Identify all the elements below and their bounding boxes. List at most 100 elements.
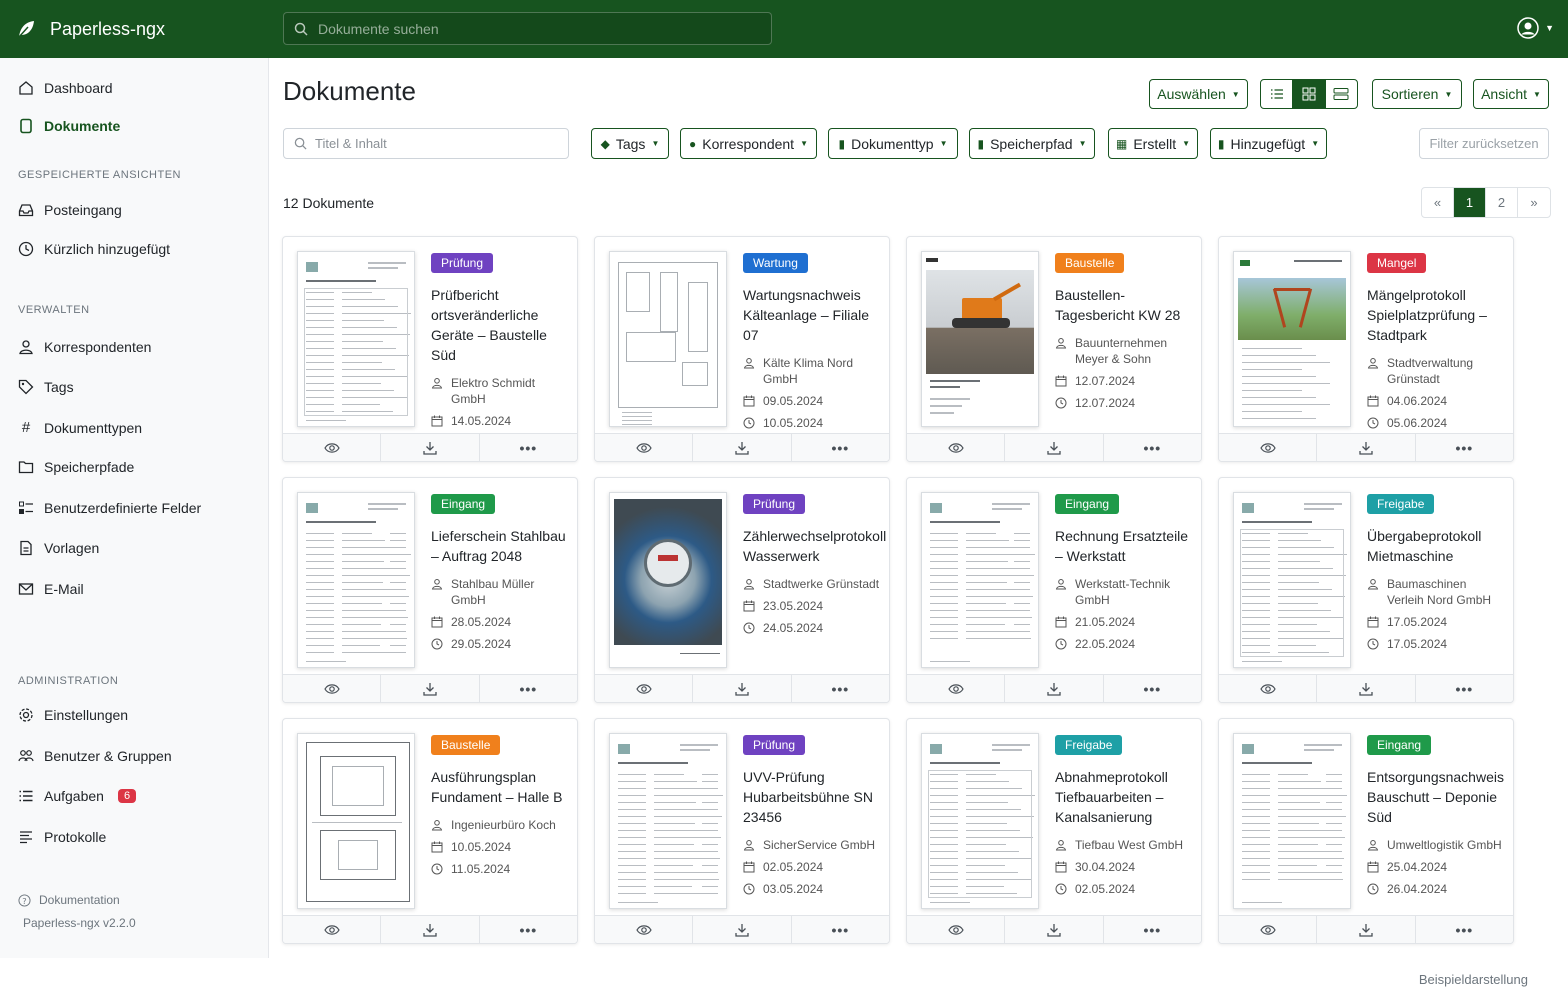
document-tag-badge[interactable]: Baustelle bbox=[431, 735, 501, 755]
download-button[interactable] bbox=[693, 916, 792, 943]
document-tag-badge[interactable]: Mangel bbox=[1367, 253, 1427, 273]
docs-link[interactable]: ? Dokumentation bbox=[18, 893, 120, 907]
document-title[interactable]: Prüfbericht ortsveränderliche Geräte – B… bbox=[431, 285, 569, 365]
preview-button[interactable] bbox=[283, 916, 382, 943]
document-tag-badge[interactable]: Eingang bbox=[1367, 735, 1432, 755]
document-thumbnail[interactable] bbox=[609, 492, 727, 668]
document-title[interactable]: UVV-Prüfung Hubarbeitsbühne SN 23456 bbox=[743, 767, 881, 827]
sidebar-item-logs[interactable]: Protokolle bbox=[18, 829, 106, 845]
page-2-button[interactable]: 2 bbox=[1486, 188, 1518, 217]
document-card[interactable]: Baustelle Ausführungsplan Fundament – Hal… bbox=[282, 718, 578, 944]
download-button[interactable] bbox=[1317, 675, 1416, 702]
document-card[interactable]: Mangel Mängelprotokoll Spielplatzprüfung … bbox=[1218, 236, 1514, 462]
document-card[interactable]: Prüfung Zählerwechselprotokoll Wasserwerk… bbox=[594, 477, 890, 703]
document-tag-badge[interactable]: Wartung bbox=[743, 253, 808, 273]
sidebar-item-inbox[interactable]: Posteingang bbox=[18, 202, 122, 218]
more-actions-button[interactable]: ••• bbox=[792, 916, 889, 943]
preview-button[interactable] bbox=[907, 675, 1006, 702]
document-card[interactable]: Eingang Lieferschein Stahlbau – Auftrag 2… bbox=[282, 477, 578, 703]
document-tag-badge[interactable]: Prüfung bbox=[431, 253, 494, 273]
download-button[interactable] bbox=[1005, 916, 1104, 943]
document-title[interactable]: Lieferschein Stahlbau – Auftrag 2048 bbox=[431, 526, 569, 566]
document-title[interactable]: Mängelprotokoll Spielplatzprüfung – Stad… bbox=[1367, 285, 1505, 345]
reset-filters-button[interactable]: Filter zurücksetzen bbox=[1419, 128, 1549, 159]
preview-button[interactable] bbox=[907, 916, 1006, 943]
sidebar-item-dashboard[interactable]: Dashboard bbox=[18, 80, 113, 96]
page-1-button[interactable]: 1 bbox=[1454, 188, 1486, 217]
download-button[interactable] bbox=[381, 434, 480, 461]
download-button[interactable] bbox=[693, 434, 792, 461]
document-card[interactable]: Freigabe Abnahmeprotokoll Tiefbauarbeiten… bbox=[906, 718, 1202, 944]
select-dropdown-button[interactable]: Auswählen ▼ bbox=[1149, 79, 1248, 109]
preview-button[interactable] bbox=[1219, 916, 1318, 943]
download-button[interactable] bbox=[1005, 434, 1104, 461]
filter-created-button[interactable]: ▦ Erstellt ▼ bbox=[1108, 128, 1198, 159]
document-thumbnail[interactable] bbox=[921, 492, 1039, 668]
sidebar-item-recent[interactable]: Kürzlich hinzugefügt bbox=[18, 241, 170, 257]
filter-storage-path-button[interactable]: ▮ Speicherpfad ▼ bbox=[969, 128, 1095, 159]
sidebar-item-tags[interactable]: Tags bbox=[18, 379, 74, 395]
document-card[interactable]: Prüfung UVV-Prüfung Hubarbeitsbühne SN 23… bbox=[594, 718, 890, 944]
filter-correspondent-button[interactable]: ● Korrespondent ▼ bbox=[680, 128, 817, 159]
download-button[interactable] bbox=[693, 675, 792, 702]
document-tag-badge[interactable]: Eingang bbox=[1055, 494, 1120, 514]
preview-button[interactable] bbox=[907, 434, 1006, 461]
view-large-cards-button[interactable] bbox=[1326, 80, 1357, 108]
document-thumbnail[interactable] bbox=[609, 733, 727, 909]
document-card[interactable]: Eingang Rechnung Ersatzteile – Werkstatt W… bbox=[906, 477, 1202, 703]
document-tag-badge[interactable]: Eingang bbox=[431, 494, 496, 514]
view-list-button[interactable] bbox=[1261, 80, 1294, 108]
preview-button[interactable] bbox=[595, 434, 694, 461]
document-card[interactable]: Wartung Wartungsnachweis Kälteanlage – Fi… bbox=[594, 236, 890, 462]
sidebar-item-settings[interactable]: Einstellungen bbox=[18, 707, 128, 723]
document-tag-badge[interactable]: Prüfung bbox=[743, 735, 806, 755]
user-menu[interactable]: ▼ bbox=[1517, 17, 1554, 39]
sidebar-item-storage[interactable]: Speicherpfade bbox=[18, 459, 134, 475]
document-title[interactable]: Rechnung Ersatzteile – Werkstatt bbox=[1055, 526, 1193, 566]
document-tag-badge[interactable]: Prüfung bbox=[743, 494, 806, 514]
document-thumbnail[interactable] bbox=[297, 733, 415, 909]
document-thumbnail[interactable] bbox=[1233, 733, 1351, 909]
global-search-input[interactable]: Dokumente suchen bbox=[283, 12, 772, 45]
document-card[interactable]: Eingang Entsorgungsnachweis Bauschutt – D… bbox=[1218, 718, 1514, 944]
document-tag-badge[interactable]: Freigabe bbox=[1367, 494, 1435, 514]
filter-doctype-button[interactable]: ▮ Dokumenttyp ▼ bbox=[828, 128, 958, 159]
more-actions-button[interactable]: ••• bbox=[792, 675, 889, 702]
document-title[interactable]: Baustellen-Tagesbericht KW 28 bbox=[1055, 285, 1193, 325]
preview-button[interactable] bbox=[1219, 434, 1318, 461]
sidebar-item-correspondents[interactable]: Korrespondenten bbox=[18, 339, 151, 355]
sidebar-item-tasks[interactable]: Aufgaben 6 bbox=[18, 788, 137, 804]
sidebar-item-documents[interactable]: Dokumente bbox=[18, 118, 120, 134]
more-actions-button[interactable]: ••• bbox=[792, 434, 889, 461]
document-title[interactable]: Übergabeprotokoll Mietmaschine bbox=[1367, 526, 1505, 566]
document-card[interactable]: Baustelle Baustellen-Tagesbericht KW 28 Ba… bbox=[906, 236, 1202, 462]
more-actions-button[interactable]: ••• bbox=[1104, 916, 1201, 943]
sidebar-item-doctypes[interactable]: # Dokumenttypen bbox=[18, 419, 142, 436]
sidebar-item-mail[interactable]: E-Mail bbox=[18, 581, 84, 597]
document-thumbnail[interactable] bbox=[1233, 492, 1351, 668]
document-thumbnail[interactable] bbox=[921, 733, 1039, 909]
document-title[interactable]: Entsorgungsnachweis Bauschutt – Deponie … bbox=[1367, 767, 1505, 827]
document-tag-badge[interactable]: Baustelle bbox=[1055, 253, 1125, 273]
filter-added-button[interactable]: ▮ Hinzugefügt ▼ bbox=[1210, 128, 1327, 159]
document-card[interactable]: Freigabe Übergabeprotokoll Mietmaschine Ba… bbox=[1218, 477, 1514, 703]
document-thumbnail[interactable] bbox=[297, 492, 415, 668]
more-actions-button[interactable]: ••• bbox=[1416, 434, 1513, 461]
preview-button[interactable] bbox=[595, 916, 694, 943]
document-tag-badge[interactable]: Freigabe bbox=[1055, 735, 1123, 755]
download-button[interactable] bbox=[1317, 434, 1416, 461]
view-grid-button[interactable] bbox=[1293, 80, 1326, 108]
document-thumbnail[interactable] bbox=[921, 251, 1039, 427]
document-title[interactable]: Zählerwechselprotokoll Wasserwerk bbox=[743, 526, 886, 566]
more-actions-button[interactable]: ••• bbox=[1104, 675, 1201, 702]
preview-button[interactable] bbox=[283, 434, 382, 461]
more-actions-button[interactable]: ••• bbox=[480, 675, 577, 702]
sidebar-item-templates[interactable]: Vorlagen bbox=[18, 540, 99, 556]
sidebar-item-users[interactable]: Benutzer & Gruppen bbox=[18, 748, 172, 764]
document-title[interactable]: Abnahmeprotokoll Tiefbauarbeiten – Kanal… bbox=[1055, 767, 1193, 827]
more-actions-button[interactable]: ••• bbox=[480, 434, 577, 461]
document-card[interactable]: Prüfung Prüfbericht ortsveränderliche Ger… bbox=[282, 236, 578, 462]
more-actions-button[interactable]: ••• bbox=[480, 916, 577, 943]
preview-button[interactable] bbox=[1219, 675, 1318, 702]
more-actions-button[interactable]: ••• bbox=[1416, 675, 1513, 702]
